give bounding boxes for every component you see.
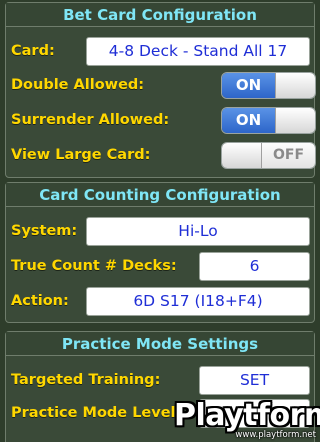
surrender-toggle-on: ON (222, 107, 275, 133)
targeted-label: Targeted Training: (11, 372, 161, 388)
large-card-toggle-knob (222, 142, 262, 168)
surrender-label: Surrender Allowed: (11, 112, 170, 128)
targeted-select[interactable]: SET (199, 365, 310, 395)
large-card-toggle[interactable]: OFF (221, 141, 316, 169)
large-card-toggle-off: OFF (262, 142, 315, 168)
card-select[interactable]: 4-8 Deck - Stand All 17 (86, 36, 310, 66)
surrender-toggle[interactable]: ON (221, 106, 316, 134)
card-counting-header: Card Counting Configuration (6, 183, 314, 207)
action-select[interactable]: 6D S17 (I18+F4) (86, 286, 310, 316)
large-card-row: View Large Card: OFF (6, 140, 316, 170)
double-toggle[interactable]: ON (221, 71, 316, 99)
decks-row: True Count # Decks: 6 (6, 251, 314, 281)
double-toggle-knob (275, 72, 315, 98)
system-select[interactable]: Hi-Lo (86, 216, 310, 246)
decks-select[interactable]: 6 (199, 251, 310, 281)
double-toggle-on: ON (222, 72, 275, 98)
card-counting-section: Card Counting Configuration System: Hi-L… (5, 182, 315, 323)
surrender-toggle-knob (275, 107, 315, 133)
double-label: Double Allowed: (11, 77, 145, 93)
double-row: Double Allowed: ON (6, 70, 316, 100)
decks-label: True Count # Decks: (11, 258, 177, 274)
playtform-watermark: Playtform www.playtform.net (168, 398, 320, 442)
system-label: System: (11, 223, 78, 239)
card-label: Card: (11, 43, 55, 59)
level-label: Practice Mode Level: (11, 405, 182, 421)
bet-card-section: Bet Card Configuration Card: 4-8 Deck - … (5, 2, 316, 178)
system-row: System: Hi-Lo (6, 216, 314, 246)
action-label: Action: (11, 293, 69, 309)
watermark-logo-text: Playtform (174, 398, 320, 433)
bet-card-header: Bet Card Configuration (6, 3, 314, 27)
surrender-row: Surrender Allowed: ON (6, 105, 316, 135)
action-row: Action: 6D S17 (I18+F4) (6, 286, 314, 316)
watermark-url: www.playtform.net (235, 430, 316, 440)
practice-header: Practice Mode Settings (6, 332, 314, 356)
large-card-label: View Large Card: (11, 147, 151, 163)
targeted-row: Targeted Training: SET (6, 365, 314, 395)
card-row: Card: 4-8 Deck - Stand All 17 (6, 36, 314, 66)
